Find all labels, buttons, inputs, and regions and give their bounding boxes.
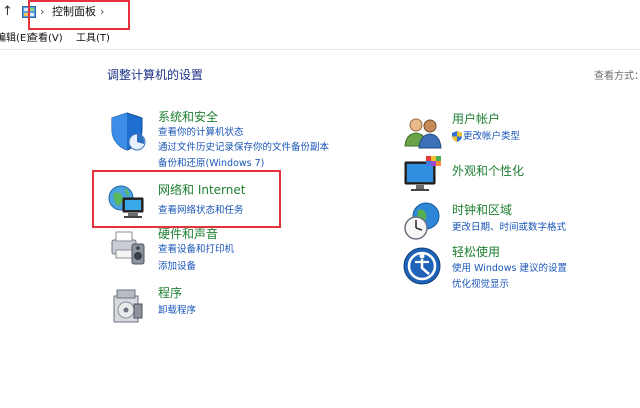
link-file-history-backup[interactable]: 通过文件历史记录保存你的文件备份副本 [158,142,329,154]
link-add-device[interactable]: 添加设备 [158,261,196,273]
link-optimize-visual-display[interactable]: 优化视觉显示 [452,279,509,291]
category-hardware-sound[interactable]: 硬件和声音 [158,227,218,242]
uac-shield-icon [452,131,462,142]
printer-speaker-icon[interactable] [106,226,148,268]
control-panel-icon [22,6,36,18]
breadcrumb-dropdown-chevron[interactable]: › [100,5,104,19]
network-globe-icon[interactable] [106,180,148,222]
breadcrumb-control-panel[interactable]: 控制面板 [52,5,96,19]
category-appearance-personalization[interactable]: 外观和个性化 [452,164,524,179]
up-arrow-icon[interactable]: ↑ [2,4,13,20]
menu-bar: 编辑(E) 查看(V) 工具(T) [0,30,640,48]
link-change-account-type[interactable]: 更改帐户类型 [463,131,520,143]
link-backup-restore[interactable]: 备份和还原(Windows 7) [158,158,264,170]
category-user-accounts[interactable]: 用户帐户 [452,112,500,127]
users-icon[interactable] [402,112,444,154]
monitor-palette-icon[interactable] [402,154,444,196]
programs-icon[interactable] [106,284,148,326]
category-network-internet[interactable]: 网络和 Internet [158,183,245,198]
menu-view[interactable]: 查看(V) [28,30,63,48]
category-system-security[interactable]: 系统和安全 [158,110,218,125]
category-clock-region[interactable]: 时钟和区域 [452,203,512,218]
link-windows-recommended-settings[interactable]: 使用 Windows 建议的设置 [452,263,567,275]
shield-icon[interactable] [106,110,148,152]
menu-tools[interactable]: 工具(T) [76,30,110,48]
menu-divider [0,49,640,50]
link-change-date-time-format[interactable]: 更改日期、时间或数字格式 [452,222,566,234]
link-uninstall-program[interactable]: 卸载程序 [158,305,196,317]
link-devices-printers[interactable]: 查看设备和打印机 [158,244,234,256]
page-title: 调整计算机的设置 [107,68,204,82]
accessibility-icon[interactable] [402,244,444,286]
category-programs[interactable]: 程序 [158,286,182,301]
view-by-label: 查看方式： [594,71,640,82]
address-bar: ↑ › 控制面板 › [0,0,640,28]
menu-edit[interactable]: 编辑(E) [0,30,30,48]
link-view-network-status[interactable]: 查看网络状态和任务 [158,205,244,217]
link-view-computer-status[interactable]: 查看你的计算机状态 [158,127,244,139]
category-ease-of-access[interactable]: 轻松使用 [452,245,500,260]
breadcrumb-separator: › [40,5,45,18]
clock-globe-icon[interactable] [402,200,444,242]
